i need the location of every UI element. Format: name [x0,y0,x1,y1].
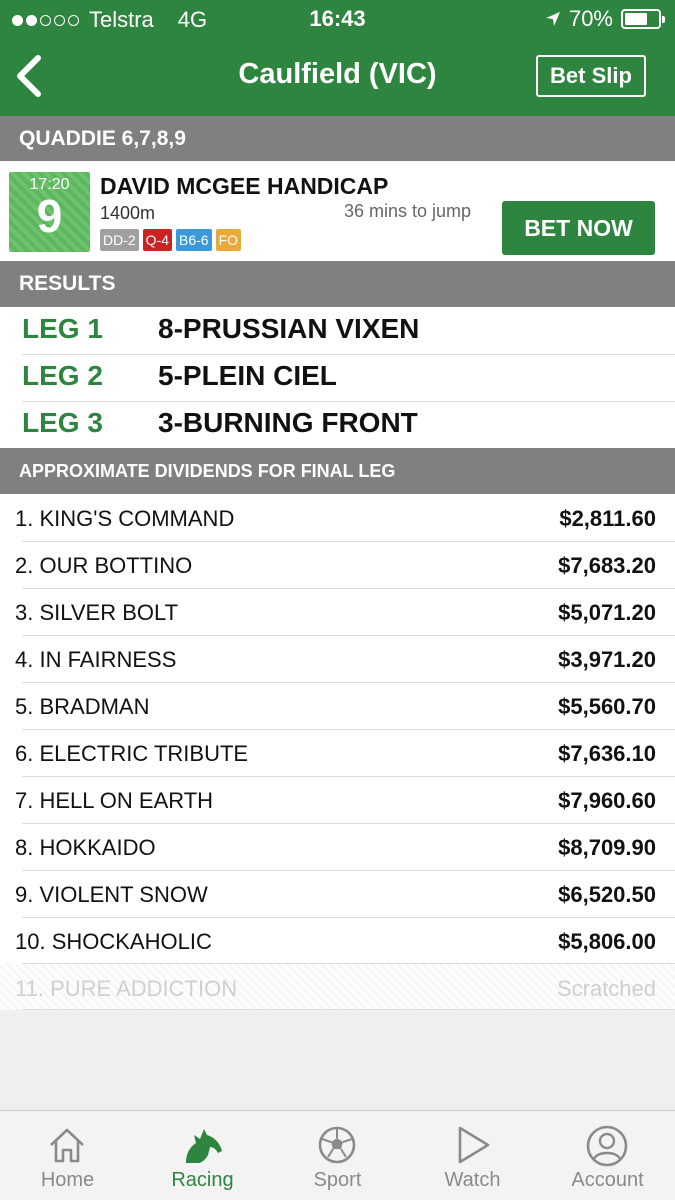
time-to-jump: 36 mins to jump [344,201,472,221]
tab-bar: Home Racing Sport Watch Account [0,1110,675,1200]
tag-fo: FO [215,229,242,251]
scratched-label: Scratched [556,976,656,1001]
dividends-list: 1. KING'S COMMAND $2,811.60 2. OUR BOTTI… [0,494,675,1010]
race-number: 9 [36,190,63,242]
race-number-badge: 17:20 9 [9,172,90,252]
bet-now-button[interactable]: BET NOW [502,201,655,255]
results-list: LEG 1 8-PRUSSIAN VIXEN LEG 2 5-PLEIN CIE… [0,307,675,448]
dividend-value: $6,520.50 [558,882,656,907]
dividends-header: APPROXIMATE DIVIDENDS FOR FINAL LEG [0,448,675,494]
dividend-row[interactable]: 8. HOKKAIDO $8,709.90 [0,823,675,870]
dividend-value: $7,960.60 [558,788,656,813]
quaddie-header: QUADDIE 6,7,8,9 [0,116,675,161]
bet-slip-button[interactable]: Bet Slip [536,55,646,97]
tab-account[interactable]: Account [540,1111,675,1200]
tab-label: Watch [444,1169,501,1191]
location-arrow-icon [545,12,560,26]
bet-type-tags: DD-2 Q-4 B6-6 FO [100,229,242,251]
tab-sport[interactable]: Sport [270,1111,405,1200]
tab-label: Home [40,1169,95,1191]
home-icon [50,1128,84,1163]
result-row: LEG 1 8-PRUSSIAN VIXEN [0,307,675,354]
runner-name: 10. SHOCKAHOLIC [15,929,212,954]
dividend-value: $7,636.10 [558,741,656,766]
dividend-row[interactable]: 10. SHOCKAHOLIC $5,806.00 [0,917,675,964]
race-distance: 1400m [100,203,156,223]
tab-label: Sport [313,1169,362,1191]
tab-racing[interactable]: Racing [135,1111,270,1200]
result-row: LEG 3 3-BURNING FRONT [0,401,675,448]
runner-name: 2. OUR BOTTINO [15,553,193,578]
runner-name: 9. VIOLENT SNOW [15,882,208,907]
leg-label: LEG 3 [22,407,103,438]
dividend-value: $8,709.90 [558,835,656,860]
result-row: LEG 2 5-PLEIN CIEL [0,354,675,401]
battery-percent: 70% [568,6,613,31]
tag-dd: DD-2 [100,229,139,251]
dividend-row[interactable]: 7. HELL ON EARTH $7,960.60 [0,776,675,823]
soccer-ball-icon [318,1126,356,1164]
runner-name: 5. BRADMAN [15,694,150,719]
dividend-row[interactable]: 3. SILVER BOLT $5,071.20 [0,588,675,635]
tab-watch[interactable]: Watch [405,1111,540,1200]
horse-icon [186,1129,222,1163]
tab-label: Racing [171,1169,234,1191]
runner-name: 11. PURE ADDICTION [15,976,238,1001]
dividend-row[interactable]: 4. IN FAIRNESS $3,971.20 [0,635,675,682]
leg-winner: 3-BURNING FRONT [158,407,418,438]
status-bar: Telstra 4G 16:43 70% [0,0,675,38]
leg-winner: 8-PRUSSIAN VIXEN [158,313,420,344]
play-icon [458,1126,490,1164]
dividend-value: $5,806.00 [558,929,656,954]
tab-label: Account [571,1169,644,1191]
runner-name: 8. HOKKAIDO [15,835,156,860]
dividend-value: $5,560.70 [558,694,656,719]
runner-name: 7. HELL ON EARTH [15,788,214,813]
dividend-row-scratched: 11. PURE ADDICTION Scratched [0,964,675,1010]
race-name: DAVID MCGEE HANDICAP [100,173,389,199]
runner-name: 3. SILVER BOLT [15,600,179,625]
leg-label: LEG 2 [22,360,103,391]
runner-name: 4. IN FAIRNESS [15,647,177,672]
race-card[interactable]: 17:20 9 DAVID MCGEE HANDICAP 1400m 36 mi… [0,161,675,261]
dividend-value: $7,683.20 [558,553,656,578]
tab-home[interactable]: Home [0,1111,135,1200]
dividend-row[interactable]: 2. OUR BOTTINO $7,683.20 [0,541,675,588]
leg-label: LEG 1 [22,313,103,344]
runner-name: 6. ELECTRIC TRIBUTE [15,741,249,766]
dividend-row[interactable]: 5. BRADMAN $5,560.70 [0,682,675,729]
dividend-row[interactable]: 9. VIOLENT SNOW $6,520.50 [0,870,675,917]
dividend-value: $2,811.60 [559,506,656,531]
dividend-row[interactable]: 1. KING'S COMMAND $2,811.60 [0,494,675,541]
user-icon [586,1125,628,1167]
dividend-value: $5,071.20 [558,600,656,625]
tag-q: Q-4 [142,229,173,251]
results-header: RESULTS [0,261,675,307]
dividend-value: $3,971.20 [558,647,656,672]
navigation-bar: Caulfield (VIC) Bet Slip [0,38,675,116]
tag-b6: B6-6 [176,229,212,251]
leg-winner: 5-PLEIN CIEL [158,360,337,391]
dividend-row[interactable]: 6. ELECTRIC TRIBUTE $7,636.10 [0,729,675,776]
battery-icon [621,9,665,29]
runner-name: 1. KING'S COMMAND [15,506,235,531]
